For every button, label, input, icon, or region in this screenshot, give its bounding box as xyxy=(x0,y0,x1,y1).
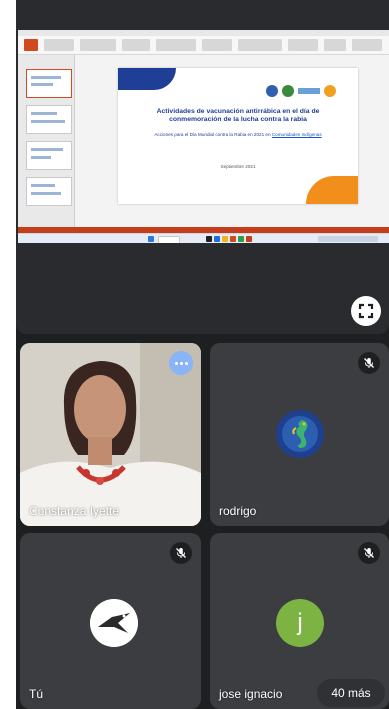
slide-title: Actividades de vacunación antirrábica en… xyxy=(156,108,320,123)
current-slide: Actividades de vacunación antirrábica en… xyxy=(118,68,358,204)
fullscreen-icon xyxy=(358,303,374,319)
fullscreen-button[interactable] xyxy=(351,296,381,326)
participant-name: jose ignacio xyxy=(219,687,283,701)
slide-orange-decoration xyxy=(306,176,358,204)
participant-tile-self[interactable]: Tú xyxy=(20,533,201,709)
presentation-tile[interactable]: Actividades de vacunación antirrábica en… xyxy=(16,0,389,334)
seahorse-avatar-icon xyxy=(276,410,324,458)
slide-logos xyxy=(266,85,336,97)
bird-avatar-icon xyxy=(90,599,138,647)
participant-name: rodrigo xyxy=(219,504,257,518)
powerpoint-ribbon xyxy=(18,36,389,55)
avatar-letter: j xyxy=(297,609,303,636)
letter-avatar: j xyxy=(276,599,324,647)
muted-indicator xyxy=(170,542,192,564)
slide-date: Septiembre 2021 xyxy=(220,164,256,169)
participant-tile-constanza[interactable]: Constanza Iyette xyxy=(20,343,201,526)
mic-off-icon xyxy=(364,358,374,368)
muted-indicator xyxy=(358,352,380,374)
participant-tile-rodrigo[interactable]: rodrigo xyxy=(210,343,389,526)
slide-link: Comunidades Indígenas xyxy=(271,132,322,137)
mic-off-icon xyxy=(176,548,186,558)
muted-indicator xyxy=(358,542,380,564)
more-options-button[interactable] xyxy=(169,351,193,375)
windows-taskbar xyxy=(18,233,389,243)
meet-call-screen: Actividades de vacunación antirrábica en… xyxy=(16,0,389,709)
slide-blue-decoration xyxy=(118,68,176,90)
shared-screen: Actividades de vacunación antirrábica en… xyxy=(18,30,389,243)
slide-body: Acciones para el Día Mundial contra la R… xyxy=(154,132,322,137)
participant-tile-jose-ignacio[interactable]: j jose ignacio 40 más xyxy=(210,533,389,709)
participant-name: Tú xyxy=(29,687,44,701)
participant-name: Constanza Iyette xyxy=(29,504,120,518)
more-options-icon xyxy=(174,361,188,365)
more-participants-button[interactable]: 40 más xyxy=(317,679,385,707)
mic-off-icon xyxy=(364,548,374,558)
slide-thumbnails xyxy=(18,55,75,227)
